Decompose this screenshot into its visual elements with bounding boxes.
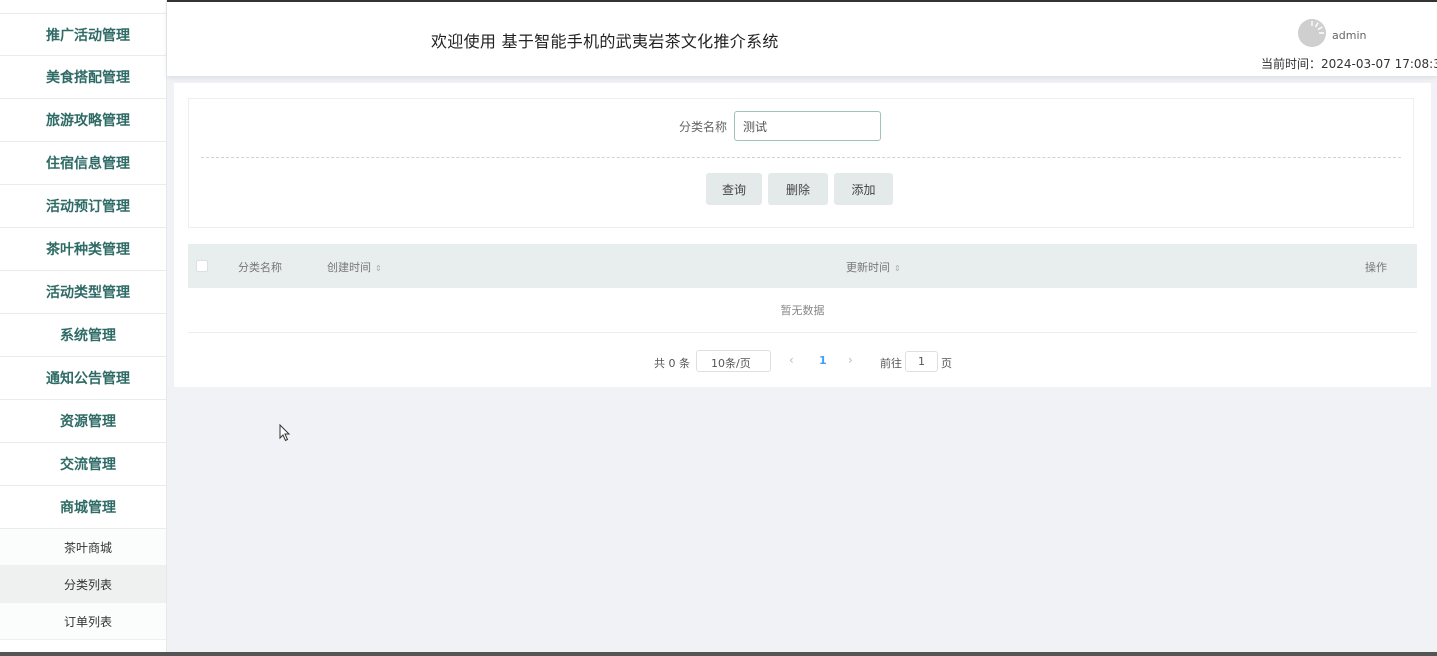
sidebar-subitem-order-list[interactable]: 订单列表 — [0, 603, 166, 640]
column-label: 创建时间 — [327, 261, 371, 274]
time-value: 2024-03-07 17:08:30 — [1321, 57, 1437, 71]
empty-text: 暂无数据 — [780, 304, 825, 317]
loading-avatar-icon — [1298, 19, 1326, 47]
sort-icon[interactable]: ⇕ — [375, 264, 382, 273]
total-count: 共 0 条 — [654, 357, 690, 370]
sidebar-item-tea-types[interactable]: 茶叶种类管理 — [0, 228, 166, 271]
page-number[interactable]: 1 — [819, 354, 827, 367]
select-all-checkbox[interactable] — [196, 260, 208, 272]
goto-page-input[interactable]: 1 — [905, 351, 938, 372]
sidebar-item-food-pairing[interactable]: 美食搭配管理 — [0, 56, 166, 99]
next-page-icon[interactable]: › — [848, 353, 853, 367]
top-header: 欢迎使用 基于智能手机的武夷岩茶文化推介系统 admin 当前时间：2024-0… — [167, 0, 1437, 76]
sidebar-item-resources[interactable]: 资源管理 — [0, 400, 166, 443]
current-time: 当前时间：2024-03-07 17:08:30 — [1261, 55, 1437, 72]
page-title: 欢迎使用 基于智能手机的武夷岩茶文化推介系统 — [431, 32, 779, 51]
query-button[interactable]: 查询 — [706, 173, 762, 205]
goto-label: 前往 — [880, 357, 902, 370]
sort-icon[interactable]: ⇕ — [894, 264, 901, 273]
sidebar-item-activity-types[interactable]: 活动类型管理 — [0, 271, 166, 314]
sidebar-item-notices[interactable]: 通知公告管理 — [0, 357, 166, 400]
column-header-created-time[interactable]: 创建时间 ⇕ — [327, 259, 382, 275]
search-label: 分类名称 — [679, 120, 728, 134]
sidebar-item-mall[interactable]: 商城管理 — [0, 486, 166, 529]
pagination: 共 0 条 10条/页 ‹ 1 › 前往 1 页 — [174, 348, 1431, 374]
sidebar-item-system[interactable]: 系统管理 — [0, 314, 166, 357]
sidebar-item-promotion[interactable]: 推广活动管理 — [0, 13, 166, 56]
mouse-cursor-icon — [279, 424, 291, 442]
column-header-category-name: 分类名称 — [238, 261, 282, 274]
username[interactable]: admin — [1332, 29, 1366, 42]
sidebar-subitem-category-list[interactable]: 分类列表 — [0, 566, 166, 603]
avatar[interactable] — [1298, 19, 1326, 47]
column-header-updated-time[interactable]: 更新时间 ⇕ — [846, 259, 901, 275]
column-header-actions: 操作 — [1365, 261, 1387, 274]
page-suffix: 页 — [941, 357, 952, 370]
divider — [201, 157, 1401, 158]
bottom-border — [0, 652, 1437, 656]
sidebar-subitem-tea-mall[interactable]: 茶叶商城 — [0, 529, 166, 566]
column-label: 更新时间 — [846, 261, 890, 274]
sidebar-item-lodging[interactable]: 住宿信息管理 — [0, 142, 166, 185]
sidebar-item-exchange[interactable]: 交流管理 — [0, 443, 166, 486]
prev-page-icon[interactable]: ‹ — [789, 353, 794, 367]
table-header: 分类名称 创建时间 ⇕ 更新时间 ⇕ 操作 — [188, 244, 1417, 288]
sidebar-item-activity-booking[interactable]: 活动预订管理 — [0, 185, 166, 228]
add-button[interactable]: 添加 — [834, 173, 893, 205]
page-size-select[interactable]: 10条/页 — [696, 350, 771, 372]
main-content: 分类名称 查询 删除 添加 分类名称 创建时间 ⇕ 更新时间 ⇕ 操作 暂无数据 共… — [174, 83, 1431, 387]
table-empty-row: 暂无数据 — [188, 288, 1417, 333]
sidebar-item-travel-guide[interactable]: 旅游攻略管理 — [0, 99, 166, 142]
search-panel: 分类名称 查询 删除 添加 — [188, 98, 1414, 228]
sidebar: 推广活动管理 美食搭配管理 旅游攻略管理 住宿信息管理 活动预订管理 茶叶种类管… — [0, 0, 167, 656]
time-label: 当前时间： — [1261, 57, 1322, 71]
category-name-input[interactable] — [734, 111, 881, 141]
delete-button[interactable]: 删除 — [768, 173, 828, 205]
